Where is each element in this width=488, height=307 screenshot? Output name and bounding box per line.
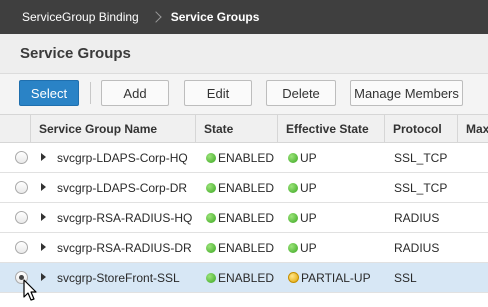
effective-state-value: UP	[300, 150, 317, 165]
green-dot-icon	[206, 242, 216, 253]
expand-arrow-icon[interactable]	[41, 183, 46, 191]
effective-state-value: PARTIAL-UP	[301, 270, 371, 285]
row-radio[interactable]	[15, 241, 28, 254]
effective-state-cell: UP	[288, 233, 385, 262]
state-value: ENABLED	[218, 270, 275, 285]
state-cell: ENABLED	[206, 203, 278, 232]
expand-arrow-icon[interactable]	[41, 243, 46, 251]
breadcrumb: ServiceGroup Binding Service Groups	[0, 0, 488, 34]
state-value: ENABLED	[218, 240, 275, 255]
table-row[interactable]: svcgrp-RSA-RADIUS-DR ENABLED UP RADIUS	[0, 233, 488, 263]
breadcrumb-current: Service Groups	[170, 10, 260, 24]
green-dot-icon	[206, 212, 216, 223]
green-dot-icon	[288, 242, 298, 253]
protocol-value: SSL_TCP	[394, 150, 448, 165]
service-group-name: svcgrp-LDAPS-Corp-HQ	[57, 150, 188, 165]
green-dot-icon	[206, 152, 216, 163]
row-radio[interactable]	[15, 211, 28, 224]
column-header-max[interactable]: Max	[458, 115, 488, 142]
protocol-value: RADIUS	[394, 210, 440, 225]
effective-state-value: UP	[300, 180, 317, 195]
service-group-name: svcgrp-RSA-RADIUS-DR	[57, 240, 192, 255]
expand-arrow-icon[interactable]	[41, 273, 46, 281]
chevron-right-icon	[150, 11, 162, 23]
table-row[interactable]: svcgrp-RSA-RADIUS-HQ ENABLED UP RADIUS	[0, 203, 488, 233]
protocol-value: RADIUS	[394, 240, 440, 255]
state-cell: ENABLED	[206, 263, 278, 292]
delete-button[interactable]: Delete	[266, 80, 336, 106]
state-value: ENABLED	[218, 180, 275, 195]
row-radio[interactable]	[15, 271, 28, 284]
column-header-protocol[interactable]: Protocol	[385, 115, 458, 142]
service-group-name: svcgrp-LDAPS-Corp-DR	[57, 180, 188, 195]
green-dot-icon	[288, 152, 298, 163]
partial-up-icon	[288, 272, 299, 283]
column-header-name[interactable]: Service Group Name	[31, 115, 196, 142]
protocol-value: SSL	[394, 270, 417, 285]
service-groups-table: Service Group Name State Effective State…	[0, 114, 488, 307]
select-button[interactable]: Select	[19, 80, 79, 106]
service-group-name: svcgrp-StoreFront-SSL	[57, 270, 180, 285]
table-header: Service Group Name State Effective State…	[0, 114, 488, 143]
green-dot-icon	[206, 182, 216, 193]
add-button[interactable]: Add	[101, 80, 169, 106]
table-row-selected[interactable]: svcgrp-StoreFront-SSL ENABLED PARTIAL-UP…	[0, 263, 488, 293]
green-dot-icon	[206, 272, 216, 283]
service-group-name: svcgrp-RSA-RADIUS-HQ	[57, 210, 193, 225]
green-dot-icon	[288, 182, 298, 193]
edit-button[interactable]: Edit	[184, 80, 252, 106]
title-bar: Service Groups	[0, 34, 488, 74]
expand-arrow-icon[interactable]	[41, 213, 46, 221]
effective-state-value: UP	[300, 210, 317, 225]
expand-arrow-icon[interactable]	[41, 153, 46, 161]
state-value: ENABLED	[218, 150, 275, 165]
state-cell: ENABLED	[206, 173, 278, 202]
effective-state-cell: PARTIAL-UP	[288, 263, 385, 292]
state-cell: ENABLED	[206, 143, 278, 172]
toolbar: Select Add Edit Delete Manage Members	[0, 74, 488, 114]
toolbar-divider	[90, 82, 91, 104]
table-row[interactable]: svcgrp-LDAPS-Corp-HQ ENABLED UP SSL_TCP	[0, 143, 488, 173]
row-radio[interactable]	[15, 181, 28, 194]
row-radio[interactable]	[15, 151, 28, 164]
table-row[interactable]: svcgrp-LDAPS-Corp-DR ENABLED UP SSL_TCP	[0, 173, 488, 203]
manage-members-button[interactable]: Manage Members	[350, 80, 463, 106]
column-header-state[interactable]: State	[196, 115, 278, 142]
column-header-select	[0, 115, 31, 142]
effective-state-cell: UP	[288, 173, 385, 202]
green-dot-icon	[288, 212, 298, 223]
page-title: Service Groups	[20, 45, 131, 62]
state-value: ENABLED	[218, 210, 275, 225]
protocol-value: SSL_TCP	[394, 180, 448, 195]
effective-state-cell: UP	[288, 143, 385, 172]
state-cell: ENABLED	[206, 233, 278, 262]
effective-state-value: UP	[300, 240, 317, 255]
column-header-effective-state[interactable]: Effective State	[278, 115, 385, 142]
effective-state-cell: UP	[288, 203, 385, 232]
breadcrumb-parent-link[interactable]: ServiceGroup Binding	[22, 10, 139, 24]
